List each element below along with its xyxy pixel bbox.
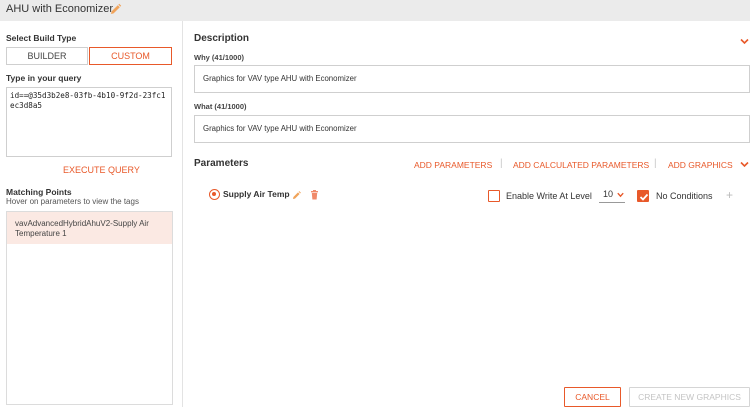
level-value: 10 xyxy=(603,189,614,199)
title-bar: AHU with Economizer xyxy=(0,0,750,21)
matching-points-hint: Hover on parameters to view the tags xyxy=(6,197,139,206)
list-item[interactable]: vavAdvancedHybridAhuV2-Supply Air Temper… xyxy=(7,212,172,244)
level-select[interactable]: 10 xyxy=(599,189,625,203)
builder-toggle-button[interactable]: BUILDER xyxy=(6,47,88,65)
parameters-title: Parameters xyxy=(194,158,249,169)
enable-write-label: Enable Write At Level xyxy=(506,191,592,201)
custom-toggle-button[interactable]: CUSTOM xyxy=(89,47,172,65)
no-conditions-checkbox[interactable] xyxy=(637,190,649,202)
build-type-label: Select Build Type xyxy=(6,33,77,43)
matching-points-title: Matching Points xyxy=(6,187,72,197)
add-condition-plus-icon[interactable]: + xyxy=(726,188,733,202)
parameter-name: Supply Air Temp xyxy=(223,189,290,199)
no-conditions-label: No Conditions xyxy=(656,191,713,201)
what-input[interactable]: Graphics for VAV type AHU with Economize… xyxy=(194,115,750,143)
why-input[interactable]: Graphics for VAV type AHU with Economize… xyxy=(194,65,750,93)
execute-query-button[interactable]: EXECUTE QUERY xyxy=(63,165,140,175)
what-label: What (41/1000) xyxy=(194,102,247,111)
delete-trash-icon[interactable] xyxy=(310,190,319,200)
enable-write-checkbox[interactable] xyxy=(488,190,500,202)
add-parameters-link[interactable]: ADD PARAMETERS xyxy=(414,160,492,170)
collapse-description-chevron-icon[interactable] xyxy=(740,38,749,45)
parameter-radio[interactable] xyxy=(209,189,220,200)
cancel-button[interactable]: CANCEL xyxy=(564,387,621,407)
add-calculated-parameters-link[interactable]: ADD CALCULATED PARAMETERS xyxy=(513,160,649,170)
checkmark-icon xyxy=(639,193,649,201)
divider: | xyxy=(500,158,503,169)
edit-pencil-icon[interactable] xyxy=(292,190,301,200)
create-new-graphics-button[interactable]: CREATE NEW GRAPHICS xyxy=(629,387,750,407)
query-textarea[interactable]: id==@35d3b2e8-03fb-4b10-9f2d-23fc1ec3d8a… xyxy=(6,87,172,157)
divider: | xyxy=(654,158,657,169)
add-graphics-link[interactable]: ADD GRAPHICS xyxy=(668,160,733,170)
description-title: Description xyxy=(194,33,250,44)
chevron-down-icon xyxy=(617,192,624,198)
edit-title-pencil-icon[interactable] xyxy=(109,3,122,16)
collapse-parameters-chevron-icon[interactable] xyxy=(740,161,749,168)
why-label: Why (41/1000) xyxy=(194,53,245,62)
query-label: Type in your query xyxy=(6,73,82,83)
page-title: AHU with Economizer xyxy=(6,3,113,15)
matching-points-list: vavAdvancedHybridAhuV2-Supply Air Temper… xyxy=(6,211,173,405)
